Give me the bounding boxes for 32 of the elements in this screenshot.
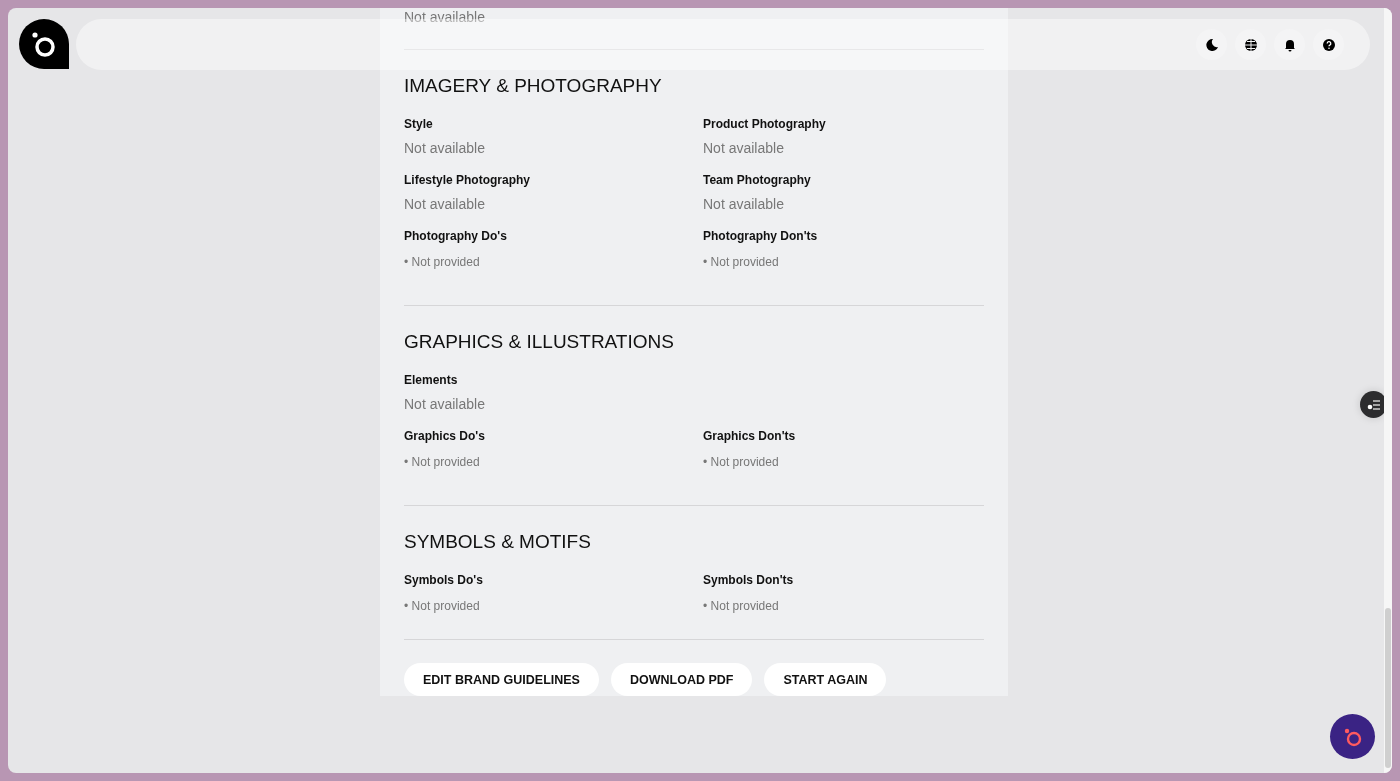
action-button[interactable]: START AGAIN	[764, 663, 887, 696]
field-label: Graphics Do's	[404, 428, 486, 444]
list-item: • Not provided	[404, 454, 481, 470]
field-label: Lifestyle Photography	[404, 172, 532, 188]
list-item: • Not provided	[404, 254, 481, 270]
field-label: Elements	[404, 372, 459, 388]
logo-icon[interactable]	[19, 19, 69, 69]
list-item: • Not provided	[703, 598, 780, 614]
scrollbar-thumb[interactable]	[1385, 608, 1391, 768]
list-item: • Not provided	[703, 254, 780, 270]
action-button[interactable]: DOWNLOAD PDF	[610, 663, 753, 696]
section-heading: IMAGERY & PHOTOGRAPHY	[404, 74, 663, 98]
field-value: Not available	[703, 139, 785, 158]
field-value: Not available	[404, 8, 486, 27]
field-label: Symbols Do's	[404, 572, 484, 588]
section-heading: GRAPHICS & ILLUSTRATIONS	[404, 330, 675, 354]
field-value: Not available	[404, 195, 486, 214]
field-label: Team Photography	[703, 172, 812, 188]
list-item: • Not provided	[404, 598, 481, 614]
field-label: Product Photography	[703, 116, 827, 132]
field-label: Style	[404, 116, 434, 132]
action-button[interactable]: EDIT BRAND GUIDELINES	[404, 663, 599, 696]
field-label: Symbols Don'ts	[703, 572, 795, 588]
field-label: Photography Do's	[404, 228, 508, 244]
field-label: Graphics Don'ts	[703, 428, 797, 444]
chat-icon[interactable]	[1330, 714, 1375, 759]
field-value: Not available	[404, 395, 486, 414]
field-label: Photography Don'ts	[703, 228, 819, 244]
section-heading: SYMBOLS & MOTIFS	[404, 530, 592, 554]
field-value: Not available	[404, 139, 486, 158]
list-item: • Not provided	[703, 454, 780, 470]
field-value: Not available	[703, 195, 785, 214]
